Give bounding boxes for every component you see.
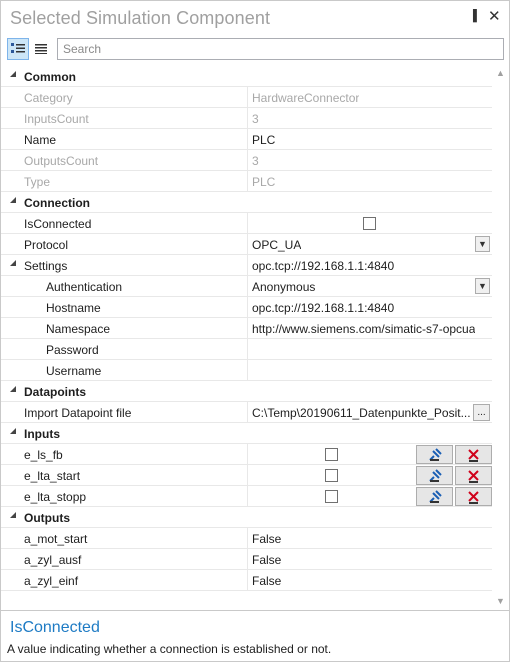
output-value: False bbox=[252, 553, 282, 567]
description-text: A value indicating whether a connection … bbox=[7, 642, 332, 656]
disconnect-input-button[interactable] bbox=[455, 466, 492, 485]
output-value: False bbox=[252, 532, 282, 546]
chevron-down-icon: ▼ bbox=[478, 239, 487, 249]
plug-connect-icon bbox=[428, 468, 442, 482]
disconnect-input-button[interactable] bbox=[455, 487, 492, 506]
settings-value: opc.tcp://192.168.1.1:4840 bbox=[252, 259, 395, 273]
search-input[interactable]: Search bbox=[57, 38, 504, 60]
connect-input-button[interactable] bbox=[416, 445, 453, 464]
toolbar: Search bbox=[1, 36, 509, 64]
inputs-count-value: 3 bbox=[252, 112, 259, 126]
alphabetical-view-button[interactable] bbox=[30, 38, 52, 60]
property-row-inputs-count[interactable]: InputsCount 3 bbox=[1, 108, 492, 129]
collapse-icon[interactable] bbox=[10, 71, 16, 77]
property-row-import-datapoint-file[interactable]: Import Datapoint file C:\Temp\20190611_D… bbox=[1, 402, 492, 423]
output-row-a-zyl-einf[interactable]: a_zyl_einf False bbox=[1, 570, 492, 591]
category-inputs[interactable]: Inputs bbox=[1, 423, 492, 444]
output-row-a-mot-start[interactable]: a_mot_start False bbox=[1, 528, 492, 549]
authentication-value[interactable]: Anonymous bbox=[252, 280, 315, 294]
property-row-is-connected[interactable]: IsConnected bbox=[1, 213, 492, 234]
property-row-settings[interactable]: Settings opc.tcp://192.168.1.1:4840 bbox=[1, 255, 492, 276]
connect-input-button[interactable] bbox=[416, 487, 453, 506]
property-row-authentication[interactable]: Authentication Anonymous ▼ bbox=[1, 276, 492, 297]
disconnect-input-button[interactable] bbox=[455, 445, 492, 464]
output-value: False bbox=[252, 574, 282, 588]
property-row-category[interactable]: Category HardwareConnector bbox=[1, 87, 492, 108]
categorized-view-button[interactable] bbox=[7, 38, 29, 60]
outputs-count-value: 3 bbox=[252, 154, 259, 168]
category-connection[interactable]: Connection bbox=[1, 192, 492, 213]
collapse-icon[interactable] bbox=[10, 260, 16, 266]
is-connected-checkbox[interactable] bbox=[363, 217, 376, 230]
input-row-e-lta-start[interactable]: e_lta_start bbox=[1, 465, 492, 486]
property-row-outputs-count[interactable]: OutputsCount 3 bbox=[1, 150, 492, 171]
chevron-down-icon: ▼ bbox=[478, 281, 487, 291]
collapse-icon[interactable] bbox=[10, 512, 16, 518]
plug-disconnect-icon bbox=[467, 469, 479, 483]
scroll-up-icon[interactable]: ▲ bbox=[496, 68, 505, 78]
input-row-e-lta-stopp[interactable]: e_lta_stopp bbox=[1, 486, 492, 507]
description-title: IsConnected bbox=[10, 619, 100, 636]
categorized-icon bbox=[11, 43, 25, 53]
plug-connect-icon bbox=[428, 447, 442, 461]
close-icon[interactable]: ✕ bbox=[488, 7, 501, 25]
input-checkbox[interactable] bbox=[325, 490, 338, 503]
namespace-value[interactable]: http://www.siemens.com/simatic-s7-opcua bbox=[252, 322, 475, 336]
panel-title: Selected Simulation Component bbox=[10, 8, 271, 28]
input-checkbox[interactable] bbox=[325, 448, 338, 461]
category-common[interactable]: Common bbox=[1, 66, 492, 87]
name-value[interactable]: PLC bbox=[252, 133, 275, 147]
protocol-dropdown-button[interactable]: ▼ bbox=[475, 236, 490, 252]
property-row-username[interactable]: Username bbox=[1, 360, 492, 381]
property-row-protocol[interactable]: Protocol OPC_UA ▼ bbox=[1, 234, 492, 255]
collapse-icon[interactable] bbox=[10, 428, 16, 434]
vertical-scrollbar[interactable]: ▲ ▼ bbox=[492, 66, 509, 609]
plug-disconnect-icon bbox=[467, 490, 479, 504]
list-icon bbox=[35, 44, 47, 54]
property-row-namespace[interactable]: Namespace http://www.siemens.com/simatic… bbox=[1, 318, 492, 339]
category-outputs[interactable]: Outputs bbox=[1, 507, 492, 528]
connect-input-button[interactable] bbox=[416, 466, 453, 485]
output-row-a-zyl-ausf[interactable]: a_zyl_ausf False bbox=[1, 549, 492, 570]
authentication-dropdown-button[interactable]: ▼ bbox=[475, 278, 490, 294]
pin-icon[interactable]: ▐ bbox=[469, 10, 477, 22]
hostname-value[interactable]: opc.tcp://192.168.1.1:4840 bbox=[252, 301, 394, 315]
import-file-path-value[interactable]: C:\Temp\20190611_Datenpunkte_Posit... bbox=[252, 406, 471, 420]
property-row-name[interactable]: Name PLC bbox=[1, 129, 492, 150]
collapse-icon[interactable] bbox=[10, 386, 16, 392]
protocol-value[interactable]: OPC_UA bbox=[252, 238, 301, 252]
property-row-hostname[interactable]: Hostname opc.tcp://192.168.1.1:4840 bbox=[1, 297, 492, 318]
collapse-icon[interactable] bbox=[10, 197, 16, 203]
property-row-type[interactable]: Type PLC bbox=[1, 171, 492, 192]
type-value: PLC bbox=[252, 175, 276, 189]
description-pane: IsConnected A value indicating whether a… bbox=[1, 610, 509, 661]
input-checkbox[interactable] bbox=[325, 469, 338, 482]
property-grid: Common Category HardwareConnector Inputs… bbox=[1, 66, 492, 609]
input-row-e-ls-fb[interactable]: e_ls_fb bbox=[1, 444, 492, 465]
plug-disconnect-icon bbox=[467, 448, 479, 462]
plug-connect-icon bbox=[428, 489, 442, 503]
browse-file-button[interactable]: ... bbox=[473, 404, 490, 421]
title-bar: Selected Simulation Component ▐ ✕ bbox=[1, 1, 509, 35]
scroll-down-icon[interactable]: ▼ bbox=[496, 596, 505, 606]
category-value: HardwareConnector bbox=[252, 91, 360, 105]
property-row-password[interactable]: Password bbox=[1, 339, 492, 360]
category-datapoints[interactable]: Datapoints bbox=[1, 381, 492, 402]
search-placeholder: Search bbox=[63, 42, 102, 56]
